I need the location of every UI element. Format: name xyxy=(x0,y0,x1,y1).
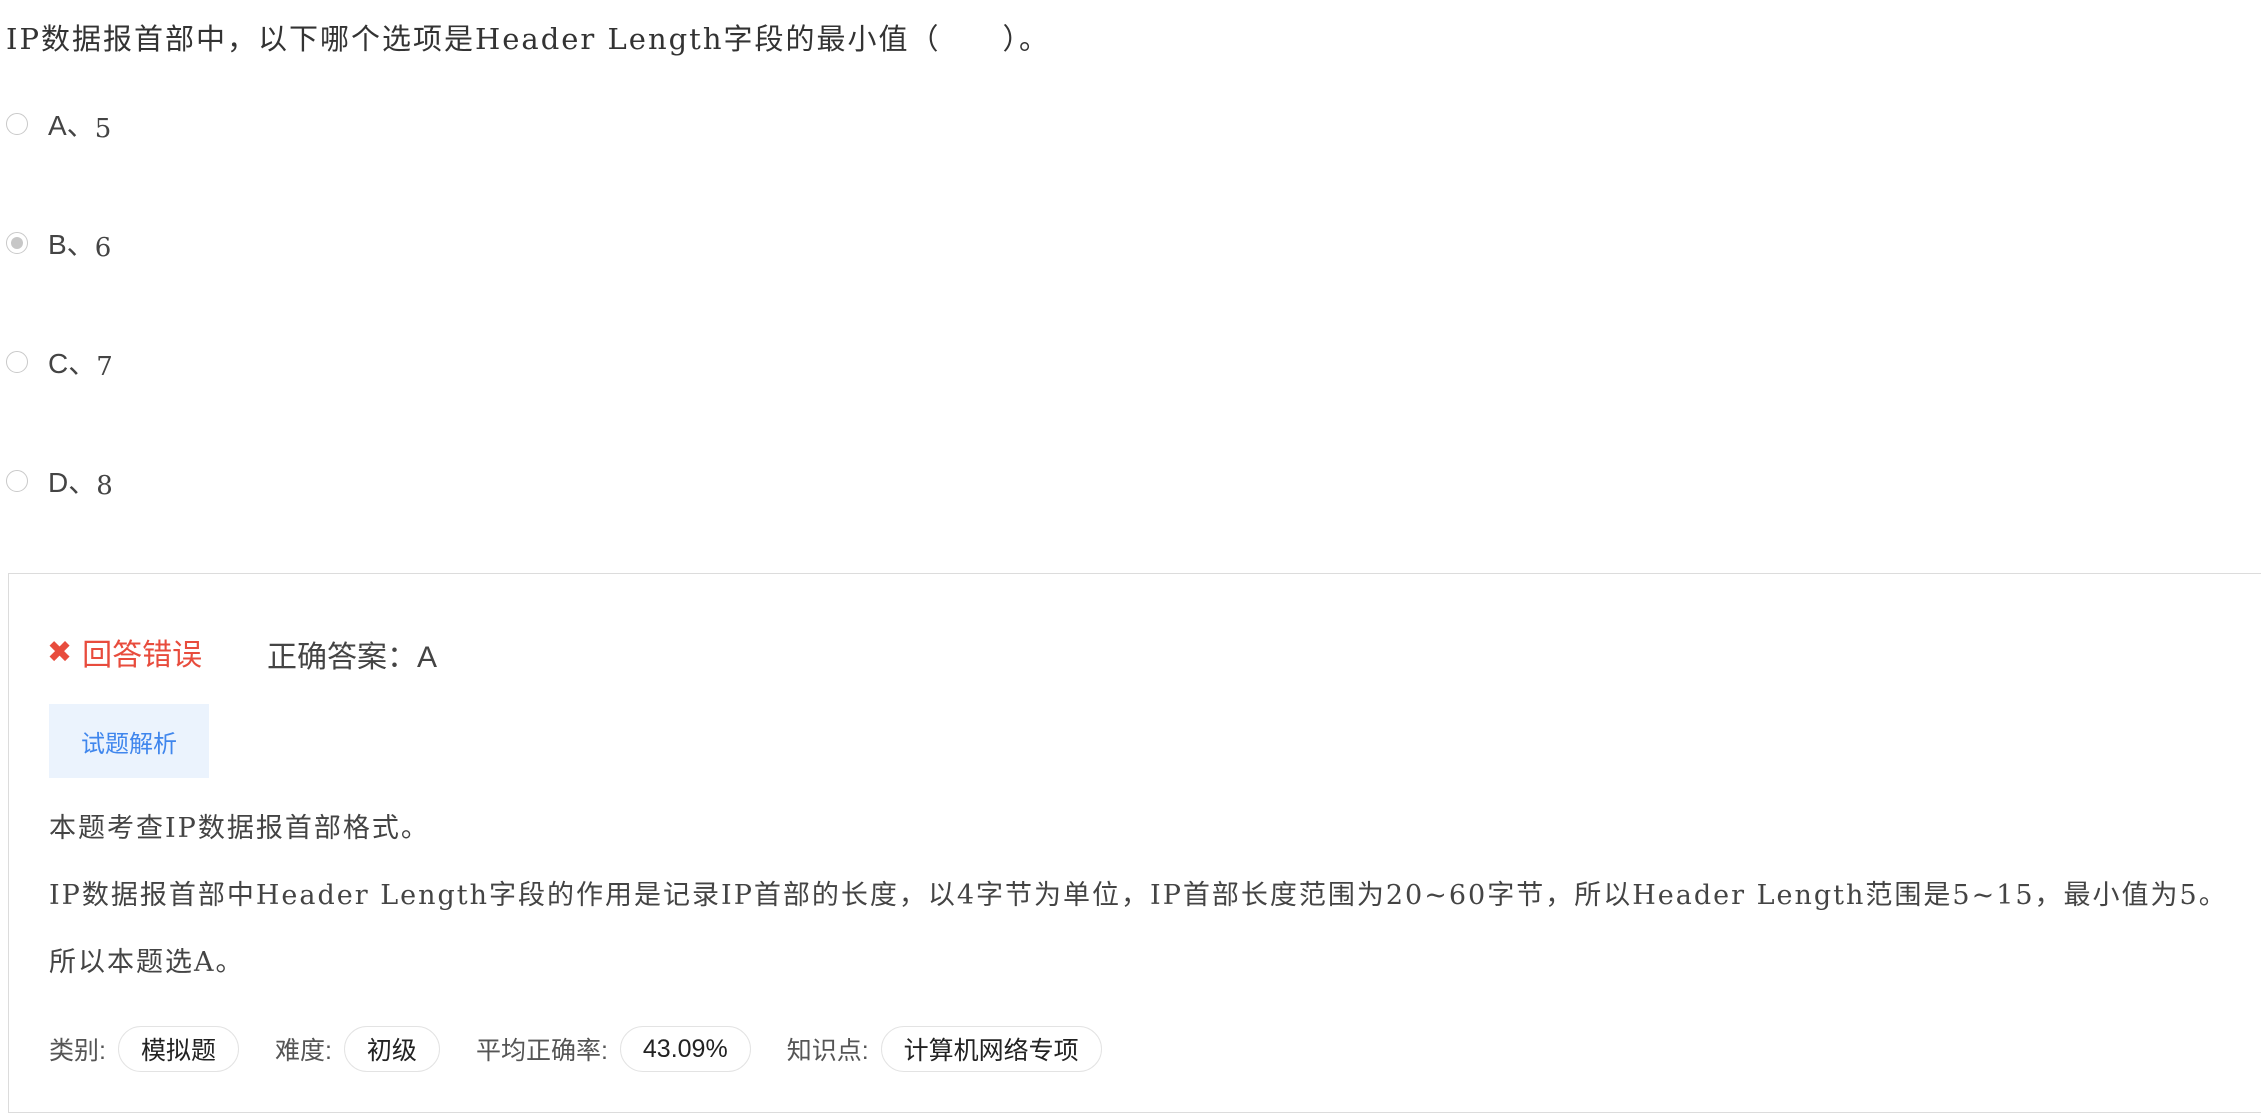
radio-a[interactable] xyxy=(6,113,28,135)
analysis-line: IP数据报首部中Header Length字段的作用是记录IP首部的长度，以4字… xyxy=(49,880,2228,911)
analysis-line: 所以本题选A。 xyxy=(49,947,245,978)
option-c[interactable]: C、 7 xyxy=(6,342,113,382)
radio-b[interactable] xyxy=(6,232,28,254)
result-panel: ✖ 回答错误 正确答案：A 试题解析 本题考查IP数据报首部格式。 IP数据报首… xyxy=(8,573,2261,1113)
difficulty-label: 难度: xyxy=(274,1037,332,1065)
option-a[interactable]: A、 5 xyxy=(6,104,111,144)
option-d[interactable]: D、 8 xyxy=(6,461,113,501)
radio-d[interactable] xyxy=(6,470,28,492)
accuracy-label: 平均正确率: xyxy=(475,1037,608,1065)
analysis-line: 本题考查IP数据报首部格式。 xyxy=(49,813,430,844)
correct-answer: 正确答案：A xyxy=(267,641,438,674)
category-badge: 模拟题 xyxy=(117,1026,239,1072)
option-a-letter: A、 xyxy=(48,110,95,141)
meta-bar: 类别: 模拟题 难度: 初级 平均正确率: 43.09% 知识点: 计算机网络专… xyxy=(49,1026,1138,1072)
question-text: IP数据报首部中，以下哪个选项是Header Length字段的最小值（ ）。 xyxy=(6,22,1051,56)
option-d-letter: D、 xyxy=(48,467,97,498)
accuracy-badge: 43.09% xyxy=(619,1026,751,1072)
close-icon: ✖ xyxy=(47,634,73,670)
category-label: 类别: xyxy=(49,1037,106,1065)
tab-analysis[interactable]: 试题解析 xyxy=(49,704,209,778)
option-b-letter: B、 xyxy=(48,229,95,260)
status-text: 回答错误 xyxy=(82,639,203,672)
option-d-value: 8 xyxy=(96,471,113,501)
difficulty-badge: 初级 xyxy=(343,1026,440,1072)
knowledge-label: 知识点: xyxy=(786,1037,869,1065)
option-a-value: 5 xyxy=(94,114,112,144)
knowledge-badge[interactable]: 计算机网络专项 xyxy=(880,1026,1102,1072)
option-c-letter: C、 xyxy=(48,348,97,379)
option-b-value: 6 xyxy=(94,233,112,263)
option-c-value: 7 xyxy=(96,352,113,382)
answer-status: ✖ 回答错误 xyxy=(47,630,202,674)
radio-c[interactable] xyxy=(6,351,28,373)
option-b[interactable]: B、 6 xyxy=(6,223,111,263)
